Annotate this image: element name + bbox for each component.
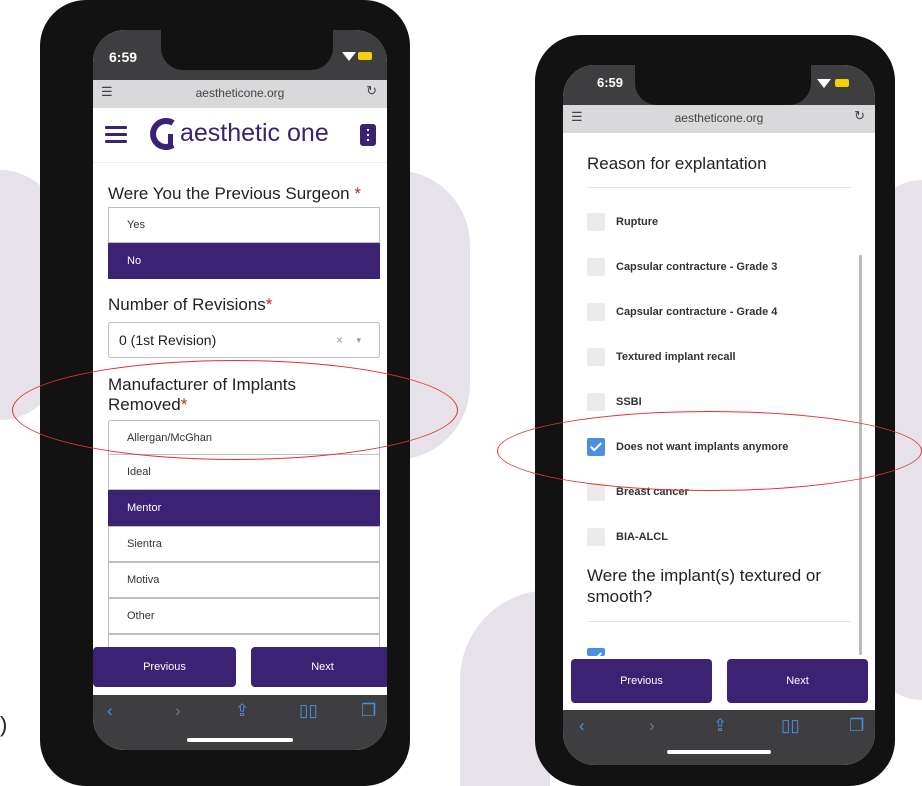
manufacturer-option-mentor[interactable]: Mentor <box>108 490 380 526</box>
brand-header: aesthetic one <box>93 108 387 163</box>
previous-button[interactable]: Previous <box>571 659 712 703</box>
checkbox-capsular-grade-3[interactable] <box>587 258 605 276</box>
next-button[interactable]: Next <box>727 659 868 703</box>
aesthetic-one-logo-icon <box>150 118 175 150</box>
checkbox-ssbi[interactable] <box>587 393 605 411</box>
chevron-down-icon[interactable]: ▾ <box>356 335 361 346</box>
highlight-ellipse-does-not-want <box>497 411 922 491</box>
brand-name: aesthetic one <box>180 119 329 147</box>
reason-label-capsular-grade-3: Capsular contracture - Grade 3 <box>616 261 778 273</box>
book-icon[interactable]: ▯▯ <box>781 716 800 736</box>
battery-icon <box>358 52 372 60</box>
home-indicator <box>667 750 771 754</box>
notch <box>161 30 333 70</box>
share-icon[interactable]: ⇪ <box>713 716 727 736</box>
browser-toolbar: ‹ › ⇪ ▯▯ ❐ <box>93 695 387 750</box>
checkbox-capsular-grade-4[interactable] <box>587 303 605 321</box>
share-icon[interactable]: ⇪ <box>235 701 249 721</box>
chevron-left-icon[interactable]: ‹ <box>107 701 113 721</box>
browser-toolbar: ‹ › ⇪ ▯▯ ❐ <box>563 710 875 765</box>
texture-question-title: Were the implant(s) textured or smooth? <box>587 566 821 606</box>
number-of-revisions-label: Number of Revisions* <box>108 295 273 314</box>
chevron-right-icon[interactable]: › <box>649 716 655 736</box>
checkbox-breast-cancer[interactable] <box>587 483 605 501</box>
checkbox-textured-recall[interactable] <box>587 348 605 366</box>
highlight-ellipse-manufacturer <box>12 360 458 460</box>
checkbox-rupture[interactable] <box>587 213 605 231</box>
divider <box>587 187 851 188</box>
next-button[interactable]: Next <box>251 647 387 687</box>
reload-icon[interactable]: ↻ <box>366 83 377 99</box>
tabs-icon[interactable]: ❐ <box>849 716 864 736</box>
clear-icon[interactable]: × <box>336 333 343 347</box>
status-time: 6:59 <box>109 49 138 65</box>
reason-label-rupture: Rupture <box>616 216 659 228</box>
stray-glyph: ) <box>0 712 8 737</box>
previous-button[interactable]: Previous <box>93 647 236 687</box>
number-of-revisions-value: 0 (1st Revision) <box>119 332 217 348</box>
tabs-icon[interactable]: ❐ <box>361 701 376 721</box>
previous-surgeon-option-yes[interactable]: Yes <box>108 207 380 243</box>
reload-icon[interactable]: ↻ <box>854 108 865 124</box>
wifi-icon <box>342 52 356 61</box>
checkbox-texture-partial[interactable] <box>587 648 605 656</box>
chevron-left-icon[interactable]: ‹ <box>579 716 585 736</box>
reason-label-textured-recall: Textured implant recall <box>616 351 736 363</box>
reason-label-bia-alcl: BIA-ALCL <box>616 531 668 543</box>
manufacturer-option-motiva[interactable]: Motiva <box>108 562 380 598</box>
book-icon[interactable]: ▯▯ <box>299 701 318 721</box>
more-menu-icon[interactable] <box>360 124 376 146</box>
wifi-icon <box>817 79 831 88</box>
manufacturer-option-partial <box>108 634 380 648</box>
reason-section-title: Reason for explantation <box>587 154 767 173</box>
previous-surgeon-option-no[interactable]: No <box>108 243 380 279</box>
manufacturer-option-sientra[interactable]: Sientra <box>108 526 380 562</box>
url-text: aestheticone.org <box>195 86 285 100</box>
number-of-revisions-select[interactable]: 0 (1st Revision) × ▾ <box>108 322 380 358</box>
battery-icon <box>835 79 849 87</box>
status-time: 6:59 <box>597 75 624 90</box>
chevron-right-icon[interactable]: › <box>175 701 181 721</box>
url-bar[interactable]: ☰ aestheticone.org ↻ <box>93 80 387 108</box>
reason-label-capsular-grade-4: Capsular contracture - Grade 4 <box>616 306 778 318</box>
reason-label-ssbi: SSBI <box>616 396 642 408</box>
checkbox-bia-alcl[interactable] <box>587 528 605 546</box>
manufacturer-option-other[interactable]: Other <box>108 598 380 634</box>
divider <box>587 621 851 622</box>
url-bar[interactable]: ☰ aestheticone.org ↻ <box>563 105 875 133</box>
previous-surgeon-label: Were You the Previous Surgeon * <box>108 184 361 203</box>
url-text: aestheticone.org <box>674 111 764 125</box>
home-indicator <box>187 738 293 742</box>
hamburger-menu-icon[interactable] <box>105 126 127 147</box>
notch <box>635 65 811 105</box>
